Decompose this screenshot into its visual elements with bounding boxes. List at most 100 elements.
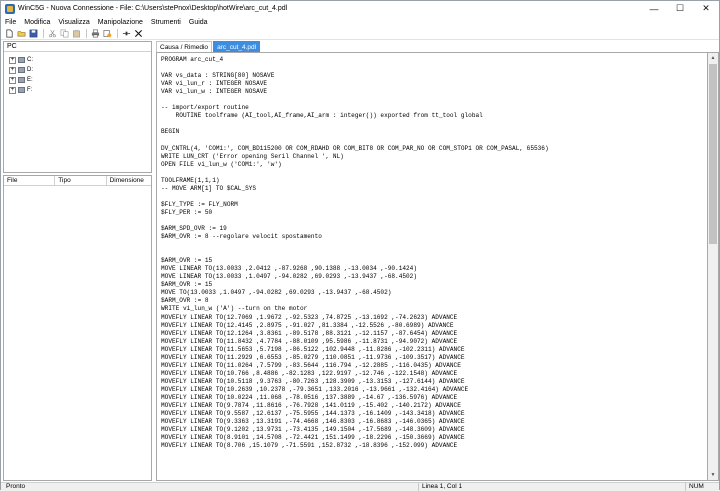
code-line[interactable] <box>161 241 707 249</box>
code-line[interactable] <box>161 193 707 201</box>
code-line[interactable]: VAR vi_lun_r : INTEGER NOSAVE <box>161 80 707 88</box>
scrollbar-thumb[interactable] <box>709 64 717 244</box>
code-line[interactable]: -- MOVE ARM[1] TO $CAL_SYS <box>161 185 707 193</box>
drive-label: F: <box>27 87 33 93</box>
tab-arc-cut-4[interactable]: arc_cut_4.pdl <box>213 41 261 52</box>
code-line[interactable]: MOVEFLY LINEAR TO(11.8432 ,4.7784 ,-88.0… <box>161 338 707 346</box>
drive-icon <box>18 77 25 83</box>
expand-icon[interactable]: + <box>9 76 16 84</box>
code-line[interactable]: MOVEFLY LINEAR TO(11.5653 ,5.7198 ,-86.5… <box>161 346 707 354</box>
code-line[interactable] <box>161 249 707 257</box>
save-icon[interactable] <box>28 29 39 39</box>
close-window-button[interactable]: ✕ <box>693 1 719 16</box>
menu-visualizza[interactable]: Visualizza <box>54 19 93 26</box>
tree-item-drive[interactable]: + E: <box>4 75 151 85</box>
code-line[interactable] <box>161 217 707 225</box>
window-controls: — ☐ ✕ <box>641 1 719 16</box>
code-line[interactable]: ROUTINE toolframe (AI_tool,AI_frame,AI_a… <box>161 112 707 120</box>
code-text[interactable]: PROGRAM arc_cut_4 VAR vs_data : STRING[8… <box>157 53 707 450</box>
expand-icon[interactable]: + <box>9 66 16 74</box>
new-file-icon[interactable] <box>4 29 15 39</box>
code-line[interactable] <box>161 169 707 177</box>
code-line[interactable]: MOVEFLY LINEAR TO(9.7874 ,11.8616 ,-76.7… <box>161 402 707 410</box>
code-line[interactable]: VAR vi_lun_w : INTEGER NOSAVE <box>161 88 707 96</box>
scroll-down-icon[interactable]: ▼ <box>708 470 718 480</box>
column-header-tipo[interactable]: Tipo <box>55 176 107 185</box>
code-line[interactable]: MOVEFLY LINEAR TO(11.0264 ,7.5799 ,-83.5… <box>161 362 707 370</box>
code-editor[interactable]: PROGRAM arc_cut_4 VAR vs_data : STRING[8… <box>156 52 708 481</box>
minimize-button[interactable]: — <box>641 1 667 16</box>
drive-icon <box>18 87 25 93</box>
code-line[interactable]: $ARM_OVR := 8 <box>161 297 707 305</box>
toolbar-separator <box>86 29 87 38</box>
code-line[interactable]: MOVEFLY LINEAR TO(8.9101 ,14.5708 ,-72.4… <box>161 434 707 442</box>
tree-item-drive[interactable]: + D: <box>4 65 151 75</box>
menu-modifica[interactable]: Modifica <box>20 19 54 26</box>
tree-item-drive[interactable]: + F: <box>4 85 151 95</box>
code-line[interactable]: PROGRAM arc_cut_4 <box>161 56 707 64</box>
tree-item-drive[interactable]: + C: <box>4 55 151 65</box>
code-line[interactable]: MOVEFLY LINEAR TO(10.5118 ,9.3763 ,-80.7… <box>161 378 707 386</box>
file-list-header: File Tipo Dimensione <box>4 176 151 186</box>
tab-causa-rimedio[interactable]: Causa / Rimedio <box>156 41 213 52</box>
code-line[interactable]: MOVE TO(13.0033 ,1.0497 ,-94.0282 ,69.02… <box>161 289 707 297</box>
code-line[interactable]: DV_CNTRL(4, 'COM1:', COM_BD115200 OR COM… <box>161 145 707 153</box>
code-line[interactable]: OPEN FILE vi_lun_w ('COM1:', 'w') <box>161 161 707 169</box>
code-line[interactable]: MOVE LINEAR TO(13.0033 ,1.0497 ,-94.0282… <box>161 273 707 281</box>
code-line[interactable]: VAR vs_data : STRING[80] NOSAVE <box>161 72 707 80</box>
code-line[interactable]: MOVEFLY LINEAR TO(11.2929 ,6.6553 ,-85.0… <box>161 354 707 362</box>
drive-label: E: <box>27 77 33 83</box>
scroll-up-icon[interactable]: ▲ <box>708 53 718 63</box>
code-line[interactable]: WRITE vi_lun_w ('A') --turn on the motor <box>161 305 707 313</box>
code-line[interactable]: MOVEFLY LINEAR TO(12.7069 ,1.9672 ,-92.5… <box>161 314 707 322</box>
code-line[interactable]: $FLY_TYPE := FLY_NORM <box>161 201 707 209</box>
code-line[interactable]: $ARM_OVR := 15 <box>161 257 707 265</box>
maximize-button[interactable]: ☐ <box>667 1 693 16</box>
expand-icon[interactable]: + <box>9 56 16 64</box>
menu-manipolazione[interactable]: Manipolazione <box>94 19 147 26</box>
code-line[interactable]: MOVEFLY LINEAR TO(8.706 ,15.1079 ,-71.55… <box>161 442 707 450</box>
menu-file[interactable]: File <box>1 19 20 26</box>
code-line[interactable]: MOVEFLY LINEAR TO(12.4145 ,2.8975 ,-91.0… <box>161 322 707 330</box>
code-line[interactable]: MOVEFLY LINEAR TO(12.1264 ,3.8361 ,-89.5… <box>161 330 707 338</box>
code-line[interactable]: MOVEFLY LINEAR TO(10.2639 ,10.2378 ,-79.… <box>161 386 707 394</box>
code-line[interactable]: MOVEFLY LINEAR TO(9.5587 ,12.6137 ,-75.5… <box>161 410 707 418</box>
code-line[interactable]: -- import/export routine <box>161 104 707 112</box>
code-line[interactable]: TOOLFRAME(1,1,1) <box>161 177 707 185</box>
editor-vertical-scrollbar[interactable]: ▲ ▼ <box>708 52 719 481</box>
code-line[interactable]: MOVEFLY LINEAR TO(9.3363 ,13.3191 ,-74.4… <box>161 418 707 426</box>
code-line[interactable]: $FLY_PER := 50 <box>161 209 707 217</box>
code-line[interactable]: $ARM_OVR := 15 <box>161 281 707 289</box>
code-line[interactable]: BEGIN <box>161 128 707 136</box>
copy-icon[interactable] <box>59 29 70 39</box>
title-bar: WinC5G - Nuova Connessione - File: C:\Us… <box>1 1 719 16</box>
menu-strumenti[interactable]: Strumenti <box>147 19 185 26</box>
code-line[interactable]: $ARM_SPD_OVR := 19 <box>161 225 707 233</box>
code-line[interactable] <box>161 64 707 72</box>
code-line[interactable]: WRITE LUN_CRT ('Error opening Seril Chan… <box>161 153 707 161</box>
close-icon[interactable] <box>133 29 144 39</box>
paste-icon[interactable] <box>71 29 82 39</box>
drive-tree: + C: + D: + E: + F: <box>4 52 151 95</box>
cut-icon[interactable] <box>47 29 58 39</box>
column-header-dimensione[interactable]: Dimensione <box>107 176 151 185</box>
code-line[interactable]: MOVE LINEAR TO(13.0033 ,2.0412 ,-87.9268… <box>161 265 707 273</box>
toolbar <box>1 28 719 40</box>
code-line[interactable]: MOVEFLY LINEAR TO(10.766 ,8.4886 ,-82.12… <box>161 370 707 378</box>
menu-guida[interactable]: Guida <box>185 19 212 26</box>
drive-icon <box>18 67 25 73</box>
code-line[interactable] <box>161 120 707 128</box>
code-line[interactable]: MOVEFLY LINEAR TO(10.0224 ,11.068 ,-78.0… <box>161 394 707 402</box>
code-line[interactable] <box>161 136 707 144</box>
open-folder-icon[interactable] <box>16 29 27 39</box>
code-line[interactable]: $ARM_OVR := 8 --regolare velocit spostam… <box>161 233 707 241</box>
code-line[interactable]: MOVEFLY LINEAR TO(9.1202 ,13.9731 ,-73.4… <box>161 426 707 434</box>
print-icon[interactable] <box>90 29 101 39</box>
compile-icon[interactable] <box>102 29 113 39</box>
editor-tab-strip: Causa / Rimedio arc_cut_4.pdl <box>156 41 261 52</box>
connect-icon[interactable] <box>121 29 132 39</box>
column-header-file[interactable]: File <box>4 176 56 185</box>
code-line[interactable] <box>161 96 707 104</box>
main-window: WinC5G - Nuova Connessione - File: C:\Us… <box>0 0 720 491</box>
expand-icon[interactable]: + <box>9 86 16 94</box>
